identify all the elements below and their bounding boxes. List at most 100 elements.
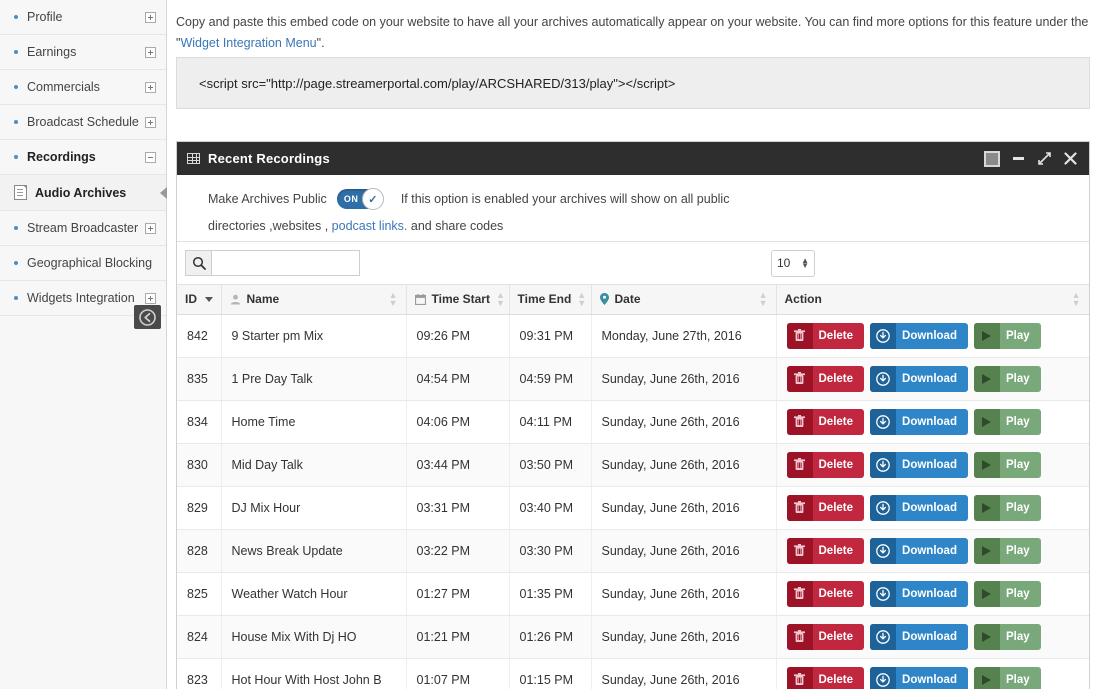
collapse-minus-icon[interactable] (145, 151, 156, 163)
play-button[interactable]: Play (973, 365, 1041, 392)
search-input[interactable] (212, 250, 360, 276)
delete-button[interactable]: Delete (786, 322, 865, 349)
download-button[interactable]: Download (870, 408, 968, 435)
table-header-time-end[interactable]: Time End ▲ ▼ (509, 285, 592, 315)
expand-plus-icon[interactable] (145, 116, 156, 128)
delete-button[interactable]: Delete (786, 365, 865, 392)
play-button[interactable]: Play (973, 666, 1041, 689)
sidebar-item-commercials[interactable]: Commercials (0, 70, 166, 105)
make-archives-public-toggle[interactable]: ON ✓ (336, 188, 384, 210)
delete-button[interactable]: Delete (786, 537, 865, 564)
delete-button[interactable]: Delete (786, 451, 865, 478)
download-button[interactable]: Download (870, 537, 968, 564)
table-row: 830 Mid Day Talk 03:44 PM 03:50 PM Sunday, J… (177, 443, 1089, 487)
make-archives-public-area: Make Archives Public ON ✓ If this option… (177, 175, 1089, 242)
cell-end: 09:31 PM (509, 314, 592, 358)
cell-date: Sunday, June 26th, 2016 (591, 615, 777, 659)
download-button-label: Download (902, 501, 957, 514)
panel-title: Recent Recordings (208, 151, 330, 166)
play-button[interactable]: Play (973, 322, 1041, 349)
cell-id: 829 (177, 486, 222, 530)
sidebar-item-recordings[interactable]: Recordings (0, 140, 166, 175)
table-header-date[interactable]: Date ▲ ▼ (591, 285, 777, 315)
sidebar-item-stream-broadcaster[interactable]: Stream Broadcaster (0, 211, 166, 246)
podcast-links-link[interactable]: podcast links. (332, 219, 408, 233)
table-header-row: ID Name ▲ ▼ Time Start ▲ ▼ Time End ▲ ▼ Date ▲ ▼ Acti… (177, 285, 1089, 315)
trash-icon (786, 451, 813, 478)
download-button[interactable]: Download (870, 623, 968, 650)
delete-button[interactable]: Delete (786, 666, 865, 689)
download-button[interactable]: Download (870, 666, 968, 689)
download-button[interactable]: Download (870, 494, 968, 521)
panel-close-button[interactable] (1057, 142, 1083, 175)
download-circle-icon (870, 408, 897, 435)
table-header-time-start[interactable]: Time Start ▲ ▼ (406, 285, 510, 315)
table-row: 842 9 Starter pm Mix 09:26 PM 09:31 PM Monda… (177, 314, 1089, 358)
cell-end: 03:50 PM (509, 443, 592, 487)
sidebar-item-profile[interactable]: Profile (0, 0, 166, 35)
trash-icon (786, 580, 813, 607)
table-header-label: Time Start (431, 292, 490, 307)
sidebar-item-audio-archives[interactable]: Audio Archives (0, 175, 167, 211)
cell-name: Mid Day Talk (221, 443, 407, 487)
cell-end: 03:40 PM (509, 486, 592, 530)
delete-button-label: Delete (818, 673, 854, 686)
sidebar-sub-label: Audio Archives (35, 185, 127, 200)
search-button[interactable] (185, 250, 212, 276)
recordings-table: ID Name ▲ ▼ Time Start ▲ ▼ Time End ▲ ▼ Date ▲ ▼ Acti… (177, 285, 1089, 689)
delete-button[interactable]: Delete (786, 580, 865, 607)
play-button-label: Play (1005, 458, 1030, 471)
delete-button[interactable]: Delete (786, 408, 865, 435)
play-button[interactable]: Play (973, 580, 1041, 607)
trash-icon (786, 494, 813, 521)
page-size-select[interactable]: 10 ▲ ▼ (771, 249, 815, 277)
play-triangle-icon (973, 322, 1000, 349)
panel-header: Recent Recordings (177, 142, 1089, 175)
sort-none-icon: ▲ ▼ (577, 290, 587, 309)
download-circle-icon (870, 537, 897, 564)
cell-name: 1 Pre Day Talk (221, 357, 407, 401)
table-header-action[interactable]: Action ▲ ▼ (776, 285, 1089, 315)
play-button[interactable]: Play (973, 623, 1041, 650)
sidebar-item-broadcast-schedule[interactable]: Broadcast Schedule (0, 105, 166, 140)
play-button-label: Play (1005, 587, 1030, 600)
sidebar-collapse-button[interactable] (134, 305, 161, 329)
panel-minimize-button[interactable] (1005, 142, 1031, 175)
cell-name: Weather Watch Hour (221, 572, 407, 616)
expand-plus-icon[interactable] (145, 46, 156, 58)
expand-plus-icon[interactable] (145, 222, 156, 234)
play-button[interactable]: Play (973, 451, 1041, 478)
widget-integration-menu-link[interactable]: Widget Integration Menu (180, 36, 316, 50)
sort-none-icon: ▲ ▼ (1071, 290, 1081, 309)
sidebar-item-geographical-blocking[interactable]: Geographical Blocking (0, 246, 166, 281)
download-button[interactable]: Download (870, 580, 968, 607)
sidebar-item-earnings[interactable]: Earnings (0, 35, 166, 70)
download-button[interactable]: Download (870, 322, 968, 349)
expand-plus-icon[interactable] (145, 81, 156, 93)
table-header-name[interactable]: Name ▲ ▼ (221, 285, 407, 315)
table-filter-bar: 10 ▲ ▼ (177, 242, 1089, 285)
expand-plus-icon[interactable] (145, 11, 156, 23)
cell-start: 01:07 PM (406, 658, 510, 689)
cell-date: Sunday, June 26th, 2016 (591, 572, 777, 616)
play-button[interactable]: Play (973, 494, 1041, 521)
cell-name: House Mix With Dj HO (221, 615, 407, 659)
panel-expand-button[interactable] (1031, 142, 1057, 175)
embed-code-box[interactable]: <script src="http://page.streamerportal.… (176, 57, 1090, 109)
download-button[interactable]: Download (870, 451, 968, 478)
bullet-icon (14, 261, 18, 265)
download-button[interactable]: Download (870, 365, 968, 392)
play-button[interactable]: Play (973, 408, 1041, 435)
cell-date: Sunday, June 26th, 2016 (591, 486, 777, 530)
play-button[interactable]: Play (973, 537, 1041, 564)
main-content: Copy and paste this embed code on your w… (167, 0, 1100, 689)
panel-restore-button[interactable] (979, 142, 1005, 175)
embed-instructions-text: Copy and paste this embed code on your w… (176, 15, 1089, 29)
expand-plus-icon[interactable] (145, 292, 156, 304)
delete-button[interactable]: Delete (786, 623, 865, 650)
cell-id: 828 (177, 529, 222, 573)
cell-actions: Delete Download Play (776, 443, 1089, 487)
delete-button[interactable]: Delete (786, 494, 865, 521)
download-circle-icon (870, 580, 897, 607)
table-header-id[interactable]: ID (177, 285, 222, 315)
